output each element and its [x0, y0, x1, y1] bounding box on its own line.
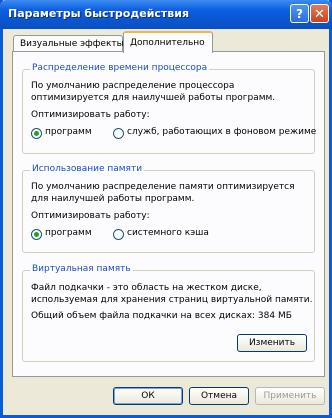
virtual-memory-group: Виртуальная память Файл подкачки - это о…	[22, 264, 315, 362]
memory-group-legend: Использование памяти	[30, 164, 145, 174]
memory-optimize-label: Оптимизировать работу:	[31, 211, 150, 221]
window-title: Параметры быстродействия	[8, 7, 190, 20]
ok-button[interactable]: ОК	[113, 387, 183, 405]
performance-options-window: Параметры быстродействия ? ✕ Визуальные …	[0, 0, 332, 418]
help-button[interactable]: ?	[290, 4, 309, 23]
cpu-radio-services[interactable]	[113, 128, 124, 139]
tab-visual-effects-label: Визуальные эффекты	[20, 39, 124, 49]
memory-radio-system-cache[interactable]	[113, 229, 124, 240]
title-bar: Параметры быстродействия ? ✕	[0, 0, 332, 29]
vm-desc-line2: используемая для хранения страниц виртуа…	[31, 295, 313, 305]
tab-advanced-label: Дополнительно	[130, 38, 205, 48]
vm-group-legend: Виртуальная память	[30, 264, 133, 274]
tab-panel: Распределение времени процессора По умол…	[12, 51, 325, 377]
vm-total-size: Общий объем файла подкачки на всех диска…	[31, 311, 292, 321]
memory-desc-line2: для наилучшей работы программ.	[31, 194, 195, 204]
tab-advanced[interactable]: Дополнительно	[123, 31, 213, 53]
vm-desc-line1: Файл подкачки - это область на жестком д…	[31, 283, 262, 293]
memory-desc-line1: По умолчанию распределение памяти оптими…	[31, 182, 295, 192]
memory-usage-group: Использование памяти По умолчанию распре…	[22, 164, 315, 253]
cancel-button[interactable]: Отмена	[189, 387, 249, 405]
cpu-radio-programs-label[interactable]: программ	[45, 127, 92, 137]
cpu-scheduling-group: Распределение времени процессора По умол…	[22, 63, 316, 154]
cpu-desc-line1: По умолчанию распределение процессора	[31, 81, 235, 91]
cpu-desc-line2: оптимизируется для наилучшей работы прог…	[31, 93, 276, 103]
apply-button[interactable]: Применить	[255, 387, 325, 405]
memory-radio-programs-label[interactable]: программ	[45, 228, 92, 238]
close-button[interactable]: ✕	[310, 4, 329, 23]
cpu-optimize-label: Оптимизировать работу:	[31, 110, 150, 120]
memory-radio-programs[interactable]	[31, 229, 42, 240]
cpu-radio-programs[interactable]	[31, 128, 42, 139]
change-button[interactable]: Изменить	[237, 334, 307, 352]
memory-radio-system-cache-label[interactable]: системного кэша	[127, 228, 209, 238]
cpu-radio-services-label[interactable]: служб, работающих в фоновом режиме	[127, 127, 316, 137]
cpu-group-legend: Распределение времени процессора	[30, 63, 210, 73]
